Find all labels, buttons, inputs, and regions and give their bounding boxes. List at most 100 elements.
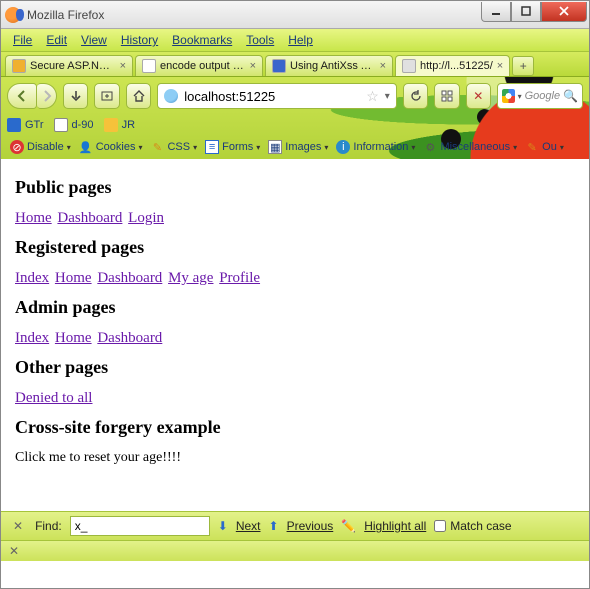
devtool-ou[interactable]: ✎Ou▾	[522, 138, 567, 156]
findbar-close-button[interactable]: ✕	[9, 519, 27, 533]
tab-close-icon[interactable]: ×	[380, 60, 386, 72]
menu-edit[interactable]: Edit	[40, 31, 73, 49]
window-minimize-button[interactable]	[481, 2, 511, 22]
addon-bar: ✕	[1, 540, 589, 561]
section-heading: Registered pages	[15, 237, 575, 258]
page-link[interactable]: Login	[128, 210, 164, 226]
tabbar: Secure ASP.NET ... × encode output us...…	[1, 52, 589, 77]
search-submit-icon[interactable]: 🔍	[563, 89, 578, 103]
arrow-down-icon: ⬇	[218, 519, 228, 533]
new-tab-button[interactable]: +	[512, 56, 534, 76]
chevron-down-icon: ▾	[193, 143, 197, 152]
newtab-toolbar-button[interactable]	[94, 83, 119, 109]
devtool-label: Images	[285, 141, 321, 153]
navigation-toolbar: ☆ ▾ ✕ ▾ Google 🔍	[1, 77, 589, 115]
section-links: Home Dashboard Login	[15, 210, 575, 227]
page-link[interactable]: Index	[15, 270, 49, 286]
bookmark-item[interactable]: GTr	[7, 118, 44, 132]
page-link[interactable]: Home	[55, 270, 92, 286]
devtool-information[interactable]: iInformation▾	[333, 138, 418, 156]
url-dropdown-icon[interactable]: ▾	[385, 91, 390, 102]
devtool-label: Ou	[542, 141, 557, 153]
tab-favicon	[272, 59, 286, 73]
addonbar-close-button[interactable]: ✕	[9, 544, 19, 558]
window-title: Mozilla Firefox	[27, 8, 481, 22]
browser-tab[interactable]: encode output us... ×	[135, 55, 263, 76]
section-heading: Other pages	[15, 357, 575, 378]
chevron-down-icon: ▾	[256, 143, 260, 152]
page-link[interactable]: Index	[15, 330, 49, 346]
devtool-miscellaneous[interactable]: ⚙Miscellaneous▾	[420, 138, 520, 156]
section-heading: Admin pages	[15, 297, 575, 318]
search-bar[interactable]: ▾ Google 🔍	[497, 83, 583, 109]
window-maximize-button[interactable]	[511, 2, 541, 22]
section-links: Index Home Dashboard My age Profile	[15, 270, 575, 287]
devtool-disable[interactable]: ⊘Disable▾	[7, 138, 74, 156]
chevron-down-icon: ▾	[411, 143, 415, 152]
home-button[interactable]	[126, 83, 151, 109]
menu-file[interactable]: File	[7, 31, 38, 49]
devtool-cookies[interactable]: 👤Cookies▾	[76, 138, 146, 156]
tab-label: http://l...51225/	[420, 60, 493, 72]
browser-tab[interactable]: Using AntiXss As ... ×	[265, 55, 393, 76]
findbar-previous-button[interactable]: Previous	[287, 519, 334, 533]
page-link[interactable]: My age	[168, 270, 213, 286]
google-icon[interactable]	[502, 89, 515, 103]
findbar-matchcase-toggle[interactable]: Match case	[434, 519, 511, 533]
menu-help[interactable]: Help	[282, 31, 319, 49]
menu-history[interactable]: History	[115, 31, 164, 49]
bookmark-star-icon[interactable]: ☆	[366, 88, 379, 105]
findbar-label: Find:	[35, 519, 62, 533]
bookmark-label: d-90	[72, 119, 94, 131]
window-titlebar: Mozilla Firefox	[1, 1, 589, 29]
menu-tools[interactable]: Tools	[240, 31, 280, 49]
tab-close-icon[interactable]: ×	[497, 60, 503, 72]
tab-favicon	[142, 59, 156, 73]
findbar-next-button[interactable]: Next	[236, 519, 261, 533]
page-link[interactable]: Home	[55, 330, 92, 346]
devtool-label: Miscellaneous	[440, 141, 510, 153]
url-input[interactable]	[184, 89, 360, 104]
bookmark-item[interactable]: d-90	[54, 118, 94, 132]
tab-close-icon[interactable]: ×	[120, 60, 126, 72]
devtool-images[interactable]: ▦Images▾	[265, 138, 331, 156]
webdev-toolbar: ⊘Disable▾👤Cookies▾✎CSS▾≡Forms▾▦Images▾iI…	[1, 135, 589, 159]
findbar-highlight-button[interactable]: Highlight all	[364, 519, 426, 533]
devtool-label: Disable	[27, 141, 64, 153]
csrf-heading: Cross-site forgery example	[15, 417, 575, 438]
tab-favicon	[12, 59, 26, 73]
tab-close-icon[interactable]: ×	[250, 60, 256, 72]
matchcase-checkbox[interactable]	[434, 520, 446, 532]
tabgroups-button[interactable]	[434, 83, 459, 109]
devtool-label: Information	[353, 141, 408, 153]
browser-tab[interactable]: Secure ASP.NET ... ×	[5, 55, 133, 76]
tab-label: Using AntiXss As ...	[290, 60, 376, 72]
menu-bookmarks[interactable]: Bookmarks	[166, 31, 238, 49]
devtool-forms[interactable]: ≡Forms▾	[202, 138, 263, 156]
tab-label: encode output us...	[160, 60, 246, 72]
window-close-button[interactable]	[541, 2, 587, 22]
page-link[interactable]: Dashboard	[97, 270, 162, 286]
back-button[interactable]	[7, 83, 37, 109]
url-bar[interactable]: ☆ ▾	[157, 83, 397, 109]
page-link[interactable]: Denied to all	[15, 390, 92, 406]
page-link[interactable]: Dashboard	[57, 210, 122, 226]
reload-button[interactable]	[403, 83, 428, 109]
forward-button[interactable]	[37, 83, 57, 109]
find-bar: ✕ Find: ⬇ Next ⬆ Previous ✏️ Highlight a…	[1, 511, 589, 540]
page-link[interactable]: Profile	[219, 270, 260, 286]
downloads-button[interactable]	[63, 83, 88, 109]
section-links: Denied to all	[15, 390, 575, 407]
browser-tab[interactable]: http://l...51225/ ×	[395, 55, 510, 76]
site-identity-icon[interactable]	[164, 89, 178, 103]
devtool-css[interactable]: ✎CSS▾	[147, 138, 200, 156]
menu-view[interactable]: View	[75, 31, 113, 49]
stop-button[interactable]: ✕	[466, 83, 491, 109]
page-link[interactable]: Home	[15, 210, 52, 226]
chevron-down-icon: ▾	[138, 143, 142, 152]
findbar-input[interactable]	[70, 516, 210, 536]
page-link[interactable]: Dashboard	[97, 330, 162, 346]
firefox-icon	[5, 7, 21, 23]
chevron-down-icon: ▾	[513, 143, 517, 152]
bookmark-item[interactable]: JR	[104, 118, 135, 132]
